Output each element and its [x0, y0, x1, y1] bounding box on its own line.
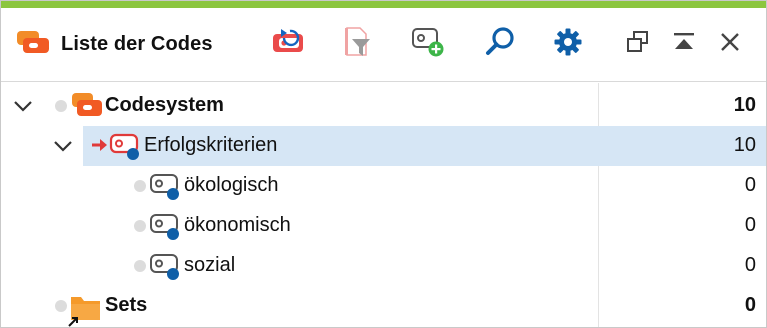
close-button[interactable]	[710, 26, 750, 62]
tree-row-label: Sets	[105, 294, 148, 316]
tree-row-count: 0	[744, 214, 756, 236]
code-tree: Codesystem 10 Erfolgskriterien 10 ökolog…	[1, 83, 766, 327]
code-tag-icon	[109, 132, 143, 167]
new-code-icon	[410, 26, 446, 63]
search-button[interactable]	[480, 26, 520, 62]
tree-row-oekonomisch[interactable]: ökonomisch 0	[1, 206, 766, 247]
filter-documents-button[interactable]	[338, 26, 378, 62]
filter-document-icon	[342, 25, 374, 64]
tree-row-label: ökologisch	[184, 174, 279, 196]
new-code-button[interactable]	[408, 26, 448, 62]
settings-button[interactable]	[548, 26, 588, 62]
maximize-up-icon	[670, 28, 698, 61]
close-icon	[716, 28, 744, 61]
code-tag-icon	[149, 252, 183, 287]
tree-row-label: Erfolgskriterien	[144, 134, 278, 156]
tree-row-oekologisch[interactable]: ökologisch 0	[1, 166, 766, 207]
window-accent-bar	[1, 1, 766, 8]
chevron-down-icon[interactable]	[52, 136, 72, 156]
undo-activation-icon	[270, 27, 306, 62]
search-icon	[484, 26, 516, 63]
tree-row-count: 10	[733, 94, 756, 116]
status-dot	[134, 260, 146, 272]
window-title-text: Liste der Codes	[61, 32, 213, 55]
tree-row-count: 0	[744, 294, 756, 316]
tree-row-label: ökonomisch	[184, 214, 291, 236]
status-dot	[134, 220, 146, 232]
tree-row-codesystem[interactable]: Codesystem 10	[1, 86, 766, 126]
undo-activation-button[interactable]	[268, 26, 308, 62]
undock-window-button[interactable]	[618, 26, 658, 62]
activation-arrow-icon	[92, 138, 108, 157]
code-tag-icon	[149, 212, 183, 247]
tree-row-erfolgskriterien[interactable]: Erfolgskriterien 10	[1, 126, 766, 167]
toolbar: Liste der Codes	[1, 8, 766, 82]
settings-gear-icon	[553, 27, 583, 62]
tree-row-count: 10	[733, 134, 756, 156]
status-dot	[134, 180, 146, 192]
tree-row-count: 0	[744, 254, 756, 276]
tree-row-sets[interactable]: Sets 0	[1, 286, 766, 327]
status-dot	[55, 100, 67, 112]
tree-row-label: sozial	[184, 254, 236, 276]
chevron-down-icon[interactable]	[12, 96, 32, 116]
tree-row-sozial[interactable]: sozial 0	[1, 246, 766, 287]
sets-folder-icon	[66, 293, 104, 327]
undock-window-icon	[624, 28, 652, 61]
tree-row-label: Codesystem	[105, 94, 224, 116]
code-tag-icon	[149, 172, 183, 207]
window-title: Liste der Codes	[15, 30, 213, 58]
maximize-up-button[interactable]	[664, 26, 704, 62]
code-list-window: Liste der Codes Codesystem 10 Erfolgskri…	[0, 0, 767, 328]
code-list-icon	[15, 29, 51, 60]
code-system-icon	[70, 91, 104, 124]
tree-row-count: 0	[744, 174, 756, 196]
